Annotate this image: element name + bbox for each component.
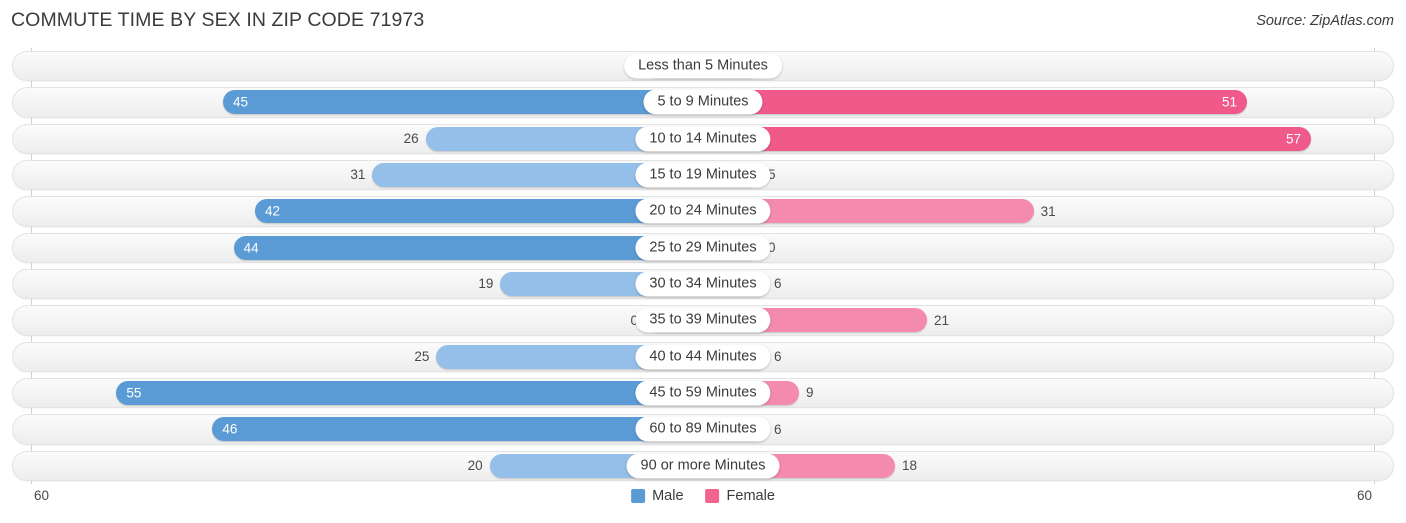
legend-item-female[interactable]: Female (705, 488, 775, 504)
chart-row: 31 5 15 to 19 Minutes (0, 157, 1406, 193)
male-value-label: 46 (222, 421, 238, 437)
legend-item-male[interactable]: Male (631, 488, 684, 504)
legend-label-female: Female (726, 488, 775, 504)
male-bar[interactable]: 46 (212, 417, 703, 442)
female-value-label: 18 (902, 458, 918, 474)
axis-tick-left: 60 (34, 488, 50, 503)
male-bar-group: 45 (223, 90, 703, 115)
female-color-swatch (705, 489, 720, 503)
chart-row: 55 9 45 to 59 Minutes (0, 375, 1406, 411)
diverging-bar-plot: 00Less than 5 Minutes 45 51 5 to 9 Minutes 2… (0, 48, 1406, 484)
chart-row: 0 21 35 to 39 Minutes (0, 302, 1406, 338)
female-value-label: 31 (1040, 203, 1056, 219)
chart-page: COMMUTE TIME BY SEX IN ZIP CODE 71973 So… (0, 0, 1406, 523)
chart-row: 44 0 25 to 29 Minutes (0, 230, 1406, 266)
female-value-label: 6 (774, 276, 782, 292)
female-value-label: 6 (774, 349, 782, 365)
category-label: 5 to 9 Minutes (643, 89, 763, 115)
chart-footer: 60 60 Male Female (0, 484, 1406, 523)
male-value-label: 45 (233, 94, 249, 110)
female-bar-group: 57 (703, 126, 1311, 151)
legend-label-male: Male (652, 488, 684, 504)
male-bar-group: 55 (116, 381, 703, 406)
male-value-label: 31 (350, 167, 366, 183)
male-value-label: 44 (243, 240, 259, 256)
female-value-label: 9 (806, 385, 814, 401)
male-color-swatch (631, 489, 646, 503)
chart-row: 25 6 40 to 44 Minutes (0, 339, 1406, 375)
page-title: COMMUTE TIME BY SEX IN ZIP CODE 71973 (11, 9, 425, 31)
male-value-label: 26 (403, 131, 419, 147)
category-label: Less than 5 Minutes (624, 53, 782, 79)
female-bar-group: 51 (703, 90, 1247, 115)
female-value-label: 6 (774, 421, 782, 437)
male-bar-group: 46 (212, 417, 703, 442)
male-bar[interactable]: 45 (223, 90, 703, 115)
chart-row: 26 57 10 to 14 Minutes (0, 121, 1406, 157)
chart-row: 45 51 5 to 9 Minutes (0, 84, 1406, 120)
female-value-label: 51 (1221, 94, 1237, 110)
chart-row: 42 31 20 to 24 Minutes (0, 193, 1406, 229)
category-label: 15 to 19 Minutes (635, 162, 771, 188)
male-value-label: 25 (414, 349, 430, 365)
female-value-label: 57 (1285, 131, 1301, 147)
chart-rows: 00Less than 5 Minutes 45 51 5 to 9 Minutes 2… (0, 48, 1406, 484)
male-value-label: 42 (265, 203, 281, 219)
chart-header: COMMUTE TIME BY SEX IN ZIP CODE 71973 So… (0, 0, 1406, 44)
chart-row: 19 6 30 to 34 Minutes (0, 266, 1406, 302)
category-label: 90 or more Minutes (626, 453, 780, 479)
male-value-label: 20 (467, 458, 483, 474)
category-label: 30 to 34 Minutes (635, 271, 771, 297)
chart-row: 20 18 90 or more Minutes (0, 448, 1406, 484)
category-label: 20 to 24 Minutes (635, 198, 771, 224)
category-label: 25 to 29 Minutes (635, 235, 771, 261)
male-bar-group: 44 (233, 235, 703, 260)
chart-row: 00Less than 5 Minutes (0, 48, 1406, 84)
female-value-label: 21 (934, 312, 950, 328)
female-bar[interactable]: 57 (703, 126, 1311, 151)
male-bar[interactable]: 44 (233, 235, 703, 260)
male-value-label: 55 (126, 385, 142, 401)
category-label: 10 to 14 Minutes (635, 126, 771, 152)
chart-legend: Male Female (631, 488, 775, 504)
female-bar[interactable]: 51 (703, 90, 1247, 115)
male-value-label: 19 (478, 276, 494, 292)
category-label: 35 to 39 Minutes (635, 307, 771, 333)
category-label: 60 to 89 Minutes (635, 416, 771, 442)
axis-tick-right: 60 (1356, 488, 1372, 503)
category-label: 40 to 44 Minutes (635, 344, 771, 370)
source-attribution: Source: ZipAtlas.com (1256, 13, 1394, 29)
chart-row: 46 6 60 to 89 Minutes (0, 411, 1406, 447)
category-label: 45 to 59 Minutes (635, 380, 771, 406)
male-bar[interactable]: 55 (116, 381, 703, 406)
